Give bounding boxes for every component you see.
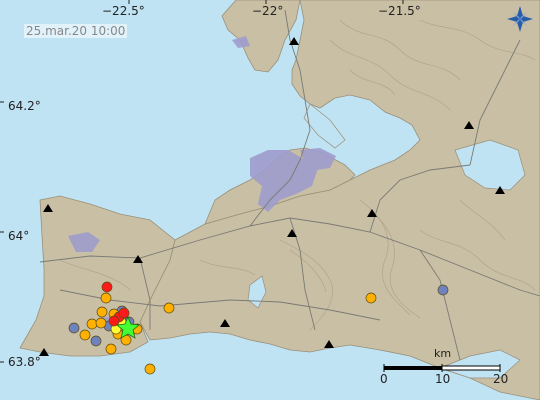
- quake-day: [163, 302, 175, 314]
- land-northeast: [139, 0, 540, 400]
- lon-label-225: −22.5°: [102, 4, 145, 18]
- quake-recent: [118, 307, 130, 319]
- quake-day: [144, 363, 156, 375]
- quake-day: [105, 343, 117, 355]
- inlet-west: [303, 103, 346, 149]
- lat-label-638: 63.8°: [8, 355, 41, 369]
- lon-label-22: −22°: [252, 4, 283, 18]
- quake-older: [68, 322, 80, 334]
- timestamp-label: 25.mar.20 10:00: [24, 24, 128, 38]
- lon-label-215: −21.5°: [378, 4, 421, 18]
- lat-label-64: 64°: [8, 229, 29, 243]
- scale-unit: km: [434, 347, 451, 360]
- lat-label-642: 64.2°: [8, 99, 41, 113]
- earthquake-map[interactable]: −22.5° −22° −21.5° 64.2° 64° 63.8° km 0 …: [0, 0, 540, 400]
- quake-recent: [101, 281, 113, 293]
- scale-tick-10: 10: [435, 372, 450, 386]
- quake-recent: [108, 315, 120, 327]
- quake-day: [365, 292, 377, 304]
- quake-older: [90, 335, 102, 347]
- scale-tick-20: 20: [493, 372, 508, 386]
- scale-tick-0: 0: [380, 372, 388, 386]
- quake-day: [86, 318, 98, 330]
- quake-day: [96, 306, 108, 318]
- quake-day: [95, 317, 107, 329]
- quake-older: [437, 284, 449, 296]
- map-canvas: −22.5° −22° −21.5° 64.2° 64° 63.8° km 0 …: [0, 0, 540, 400]
- quake-day: [100, 292, 112, 304]
- quake-day: [79, 329, 91, 341]
